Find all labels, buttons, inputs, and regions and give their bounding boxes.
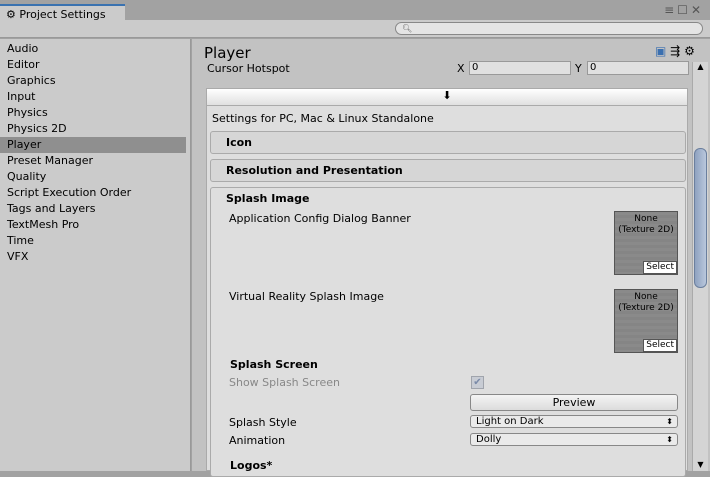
preset-icon[interactable]: ⇶: [670, 44, 680, 58]
header-icons: ▣ ⇶ ⚙: [655, 44, 695, 58]
window-controls: ≡☐✕: [664, 3, 704, 17]
hotspot-y-label: Y: [575, 62, 582, 75]
splash-screen-heading: Splash Screen: [230, 358, 318, 371]
hotspot-x-label: X: [457, 62, 465, 75]
page-title: Player: [204, 44, 251, 62]
splash-style-label: Splash Style: [229, 416, 297, 429]
sidebar-item-vfx[interactable]: VFX: [0, 249, 190, 265]
vr-select-button[interactable]: Select: [643, 339, 677, 352]
sidebar-item-audio[interactable]: Audio: [0, 41, 190, 57]
platform-label: Settings for PC, Mac & Linux Standalone: [212, 112, 434, 125]
texture-none-text: None (Texture 2D): [618, 214, 674, 235]
animation-dropdown[interactable]: Dolly ⬍: [470, 433, 678, 446]
sidebar: Audio Editor Graphics Input Physics Phys…: [0, 39, 191, 471]
sidebar-item-physics-2d[interactable]: Physics 2D: [0, 121, 190, 137]
search-input[interactable]: 🔍︎: [395, 22, 703, 35]
splash-image-header[interactable]: Splash Image: [226, 192, 310, 205]
animation-label: Animation: [229, 434, 286, 447]
animation-value: Dolly: [476, 434, 502, 445]
hotspot-y-field[interactable]: 0: [587, 61, 689, 75]
hotspot-x-field[interactable]: 0: [469, 61, 571, 75]
splash-style-dropdown[interactable]: Light on Dark ⬍: [470, 415, 678, 428]
sidebar-item-tags-and-layers[interactable]: Tags and Layers: [0, 201, 190, 217]
vr-texture-field[interactable]: None (Texture 2D) Select: [614, 289, 678, 353]
vr-splash-label: Virtual Reality Splash Image: [229, 290, 384, 303]
search-icon: 🔍︎: [402, 24, 413, 33]
banner-select-button[interactable]: Select: [643, 261, 677, 274]
cursor-hotspot-label: Cursor Hotspot: [207, 62, 290, 75]
splash-style-value: Light on Dark: [476, 416, 544, 427]
dropdown-arrows-icon: ⬍: [666, 417, 673, 426]
settings-gear-icon[interactable]: ⚙: [684, 44, 695, 58]
sidebar-item-quality[interactable]: Quality: [0, 169, 190, 185]
download-icon: ⬇: [442, 89, 452, 102]
close-icon[interactable]: ✕: [691, 3, 704, 17]
maximize-icon[interactable]: ☐: [677, 3, 691, 17]
section-icon[interactable]: Icon: [210, 131, 686, 154]
dropdown-arrows-icon: ⬍: [666, 435, 673, 444]
platform-tab-standalone[interactable]: ⬇: [207, 89, 687, 106]
show-splash-checkbox[interactable]: ✔: [471, 376, 484, 389]
section-resolution[interactable]: Resolution and Presentation: [210, 159, 686, 182]
preview-button[interactable]: Preview: [470, 394, 678, 411]
sidebar-item-time[interactable]: Time: [0, 233, 190, 249]
sidebar-item-editor[interactable]: Editor: [0, 57, 190, 73]
sidebar-item-physics[interactable]: Physics: [0, 105, 190, 121]
sidebar-item-script-execution-order[interactable]: Script Execution Order: [0, 185, 190, 201]
tab-project-settings[interactable]: ⚙ Project Settings: [0, 4, 125, 21]
menu-icon[interactable]: ≡: [664, 3, 677, 17]
help-icon[interactable]: ▣: [655, 44, 666, 58]
sidebar-item-input[interactable]: Input: [0, 89, 190, 105]
scrollbar-thumb[interactable]: [694, 148, 707, 288]
sidebar-item-textmesh-pro[interactable]: TextMesh Pro: [0, 217, 190, 233]
banner-texture-field[interactable]: None (Texture 2D) Select: [614, 211, 678, 275]
banner-label: Application Config Dialog Banner: [229, 212, 411, 225]
sidebar-item-graphics[interactable]: Graphics: [0, 73, 190, 89]
logos-heading: Logos*: [230, 459, 273, 472]
texture-none-text: None (Texture 2D): [618, 292, 674, 313]
scroll-down-icon[interactable]: ▼: [693, 460, 708, 469]
scroll-up-icon[interactable]: ▲: [693, 62, 708, 71]
sidebar-item-preset-manager[interactable]: Preset Manager: [0, 153, 190, 169]
sidebar-item-player[interactable]: Player: [0, 137, 186, 153]
show-splash-label: Show Splash Screen: [229, 376, 340, 389]
